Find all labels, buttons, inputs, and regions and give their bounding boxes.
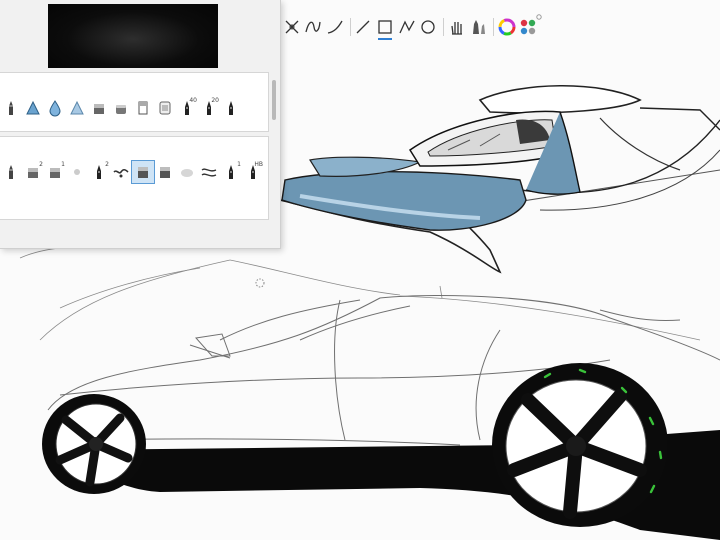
brush-tile[interactable]: 20 <box>198 97 220 119</box>
brush-size-label: 2 <box>39 161 43 168</box>
color-wheel-icon <box>498 18 516 36</box>
brush-tile[interactable] <box>110 161 132 183</box>
airbrush-hard-icon <box>26 100 40 115</box>
tool-freehand-curve-button[interactable] <box>304 16 324 38</box>
brush-size-label: 1 <box>237 161 241 168</box>
smear-brush-icon <box>201 168 217 177</box>
tool-brush-properties-button[interactable] <box>468 16 488 38</box>
blur-brush-icon <box>181 169 193 177</box>
brush-tile[interactable] <box>198 161 220 183</box>
brush-tile[interactable] <box>132 97 154 119</box>
copic-library-icon <box>521 19 536 35</box>
brush-set-1: 40 20 <box>0 72 269 132</box>
brush-set-2: 2 1 2 1 HB <box>0 136 269 288</box>
brush-size-label: 20 <box>211 97 219 104</box>
sketch-construction-lines <box>19 244 701 341</box>
ink-pen-icon <box>229 101 233 115</box>
brush-tile[interactable]: HB <box>242 161 264 183</box>
drawing-toolbar <box>282 14 540 40</box>
brush-tile[interactable] <box>154 161 176 183</box>
hand-icon <box>450 22 462 35</box>
marker-chisel-icon <box>94 104 104 114</box>
tool-line-button[interactable] <box>354 16 374 38</box>
brush-size-label: 1 <box>61 161 65 168</box>
brush-panel-scrollbar[interactable] <box>272 80 276 120</box>
brush-tile[interactable] <box>66 97 88 119</box>
rectangle-icon <box>378 20 392 34</box>
brush-tile[interactable] <box>88 97 110 119</box>
pencil-brush-icon <box>9 101 13 115</box>
tool-color-wheel-button[interactable] <box>497 16 517 38</box>
tool-ellipse-button[interactable] <box>418 16 438 38</box>
brush-tile[interactable]: 1 <box>44 161 66 183</box>
tool-french-curve-button[interactable] <box>325 16 345 38</box>
smudge-brush-icon <box>113 168 129 178</box>
tool-rectangle-button[interactable] <box>375 16 395 40</box>
front-wheel <box>42 394 146 494</box>
brush-stroke-preview <box>48 4 218 68</box>
brush-set-settings-icon[interactable] <box>254 277 266 289</box>
water-drop-brush-icon <box>49 100 61 117</box>
brush-size-label: HB <box>254 161 263 168</box>
brush-size-label: 40 <box>189 97 197 104</box>
car-sketch-upper <box>279 84 720 274</box>
toolbar-separator <box>492 18 494 36</box>
brush-tile[interactable] <box>66 161 88 183</box>
ellipse-icon <box>421 20 435 34</box>
brush-tile[interactable] <box>131 160 155 184</box>
brush-tile[interactable] <box>0 161 22 183</box>
line-icon <box>356 20 370 34</box>
airbrush-soft-icon <box>70 100 84 115</box>
rear-wheel <box>492 363 668 527</box>
brush-properties-icon <box>473 20 486 34</box>
pencil-brush-icon <box>9 165 13 179</box>
transform-icon <box>285 20 299 34</box>
marker-square-icon <box>160 167 170 178</box>
brush-tile[interactable] <box>176 161 198 183</box>
brush-tile[interactable] <box>154 97 176 119</box>
toolbar-separator <box>349 18 351 36</box>
polyline-icon <box>398 20 415 34</box>
brush-size-label: 2 <box>105 161 109 168</box>
tool-polyline-button[interactable] <box>397 16 417 38</box>
brush-tile[interactable]: 1 <box>220 161 242 183</box>
freehand-curve-icon <box>305 21 322 33</box>
toolbar-grip-icon[interactable] <box>536 14 542 20</box>
tool-transform-button[interactable] <box>282 16 302 38</box>
french-curve-icon <box>327 20 343 34</box>
marker-square-icon <box>138 167 148 178</box>
toolbar-separator <box>442 18 444 36</box>
brush-tile[interactable]: 40 <box>176 97 198 119</box>
dot-brush-icon <box>74 169 80 175</box>
brush-tile[interactable] <box>110 97 132 119</box>
tool-hand-button[interactable] <box>447 16 467 38</box>
brush-tile[interactable] <box>44 97 66 119</box>
brush-tile[interactable] <box>0 97 22 119</box>
brush-tile[interactable]: 2 <box>88 161 110 183</box>
brush-tile[interactable] <box>22 97 44 119</box>
marker-round-icon <box>116 105 126 114</box>
brush-library-panel: 40 20 2 1 2 1 HB <box>0 0 281 288</box>
brush-tile[interactable]: 2 <box>22 161 44 183</box>
brush-tile[interactable] <box>220 97 242 119</box>
eraser-hard-icon <box>138 101 148 115</box>
eraser-soft-icon <box>159 101 171 115</box>
